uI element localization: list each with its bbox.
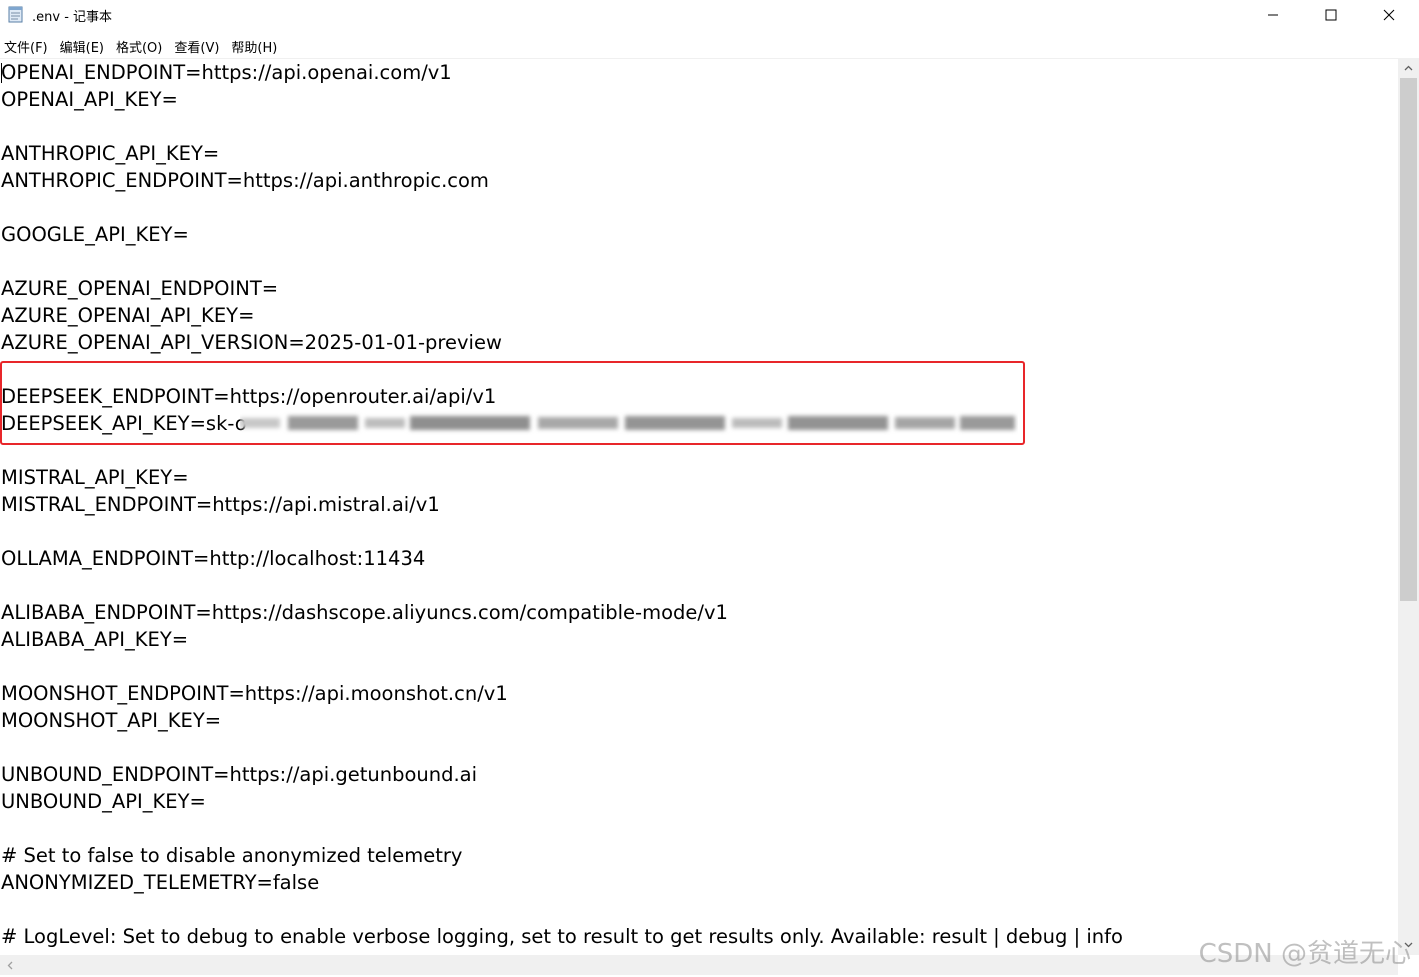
chevron-up-icon — [1404, 65, 1413, 71]
editor-line[interactable]: UNBOUND_API_KEY= — [1, 788, 1123, 815]
scroll-left-arrow[interactable] — [0, 955, 20, 975]
editor-line[interactable]: AZURE_OPENAI_ENDPOINT= — [1, 275, 1123, 302]
editor-line[interactable]: OPENAI_API_KEY= — [1, 86, 1123, 113]
editor-line[interactable]: MOONSHOT_API_KEY= — [1, 707, 1123, 734]
editor-line[interactable] — [1, 734, 1123, 761]
menu-view[interactable]: 查看(V) — [169, 33, 226, 57]
editor-line[interactable]: MISTRAL_API_KEY= — [1, 464, 1123, 491]
editor-line[interactable]: UNBOUND_ENDPOINT=https://api.getunbound.… — [1, 761, 1123, 788]
chevron-left-icon — [7, 961, 13, 969]
vertical-scrollbar[interactable] — [1398, 58, 1419, 955]
editor-lines[interactable]: OPENAI_ENDPOINT=https://api.openai.com/v… — [1, 59, 1123, 950]
editor-line[interactable]: MISTRAL_ENDPOINT=https://api.mistral.ai/… — [1, 491, 1123, 518]
notepad-icon — [8, 5, 24, 23]
editor-line[interactable] — [1, 815, 1123, 842]
menu-format[interactable]: 格式(O) — [111, 33, 169, 57]
editor-line[interactable] — [1, 572, 1123, 599]
vertical-scroll-thumb[interactable] — [1400, 78, 1417, 601]
scroll-up-arrow[interactable] — [1398, 58, 1419, 78]
editor-line[interactable]: ALIBABA_ENDPOINT=https://dashscope.aliyu… — [1, 599, 1123, 626]
watermark: CSDN @贫道无心 — [1198, 939, 1411, 969]
editor-line[interactable] — [1, 113, 1123, 140]
editor-line[interactable]: ALIBABA_API_KEY= — [1, 626, 1123, 653]
editor-line[interactable] — [1, 653, 1123, 680]
title-bar[interactable]: .env - 记事本 — [0, 0, 1419, 30]
editor-line[interactable]: MOONSHOT_ENDPOINT=https://api.moonshot.c… — [1, 680, 1123, 707]
close-icon — [1383, 9, 1395, 21]
horizontal-scrollbar[interactable] — [0, 955, 1398, 975]
editor-line[interactable] — [1, 896, 1123, 923]
notepad-window: .env - 记事本 文件(F) 编辑(E) 格式(O) 查看(V) 帮助(H)… — [0, 0, 1419, 977]
editor-line[interactable]: ANONYMIZED_TELEMETRY=false — [1, 869, 1123, 896]
menu-file[interactable]: 文件(F) — [0, 33, 55, 57]
maximize-button[interactable] — [1302, 0, 1360, 30]
minimize-button[interactable] — [1244, 0, 1302, 30]
maximize-icon — [1325, 9, 1337, 21]
editor-line[interactable]: ANTHROPIC_ENDPOINT=https://api.anthropic… — [1, 167, 1123, 194]
menu-edit[interactable]: 编辑(E) — [55, 33, 111, 57]
window-title: .env - 记事本 — [32, 10, 113, 25]
editor-line[interactable]: OPENAI_ENDPOINT=https://api.openai.com/v… — [1, 59, 1123, 86]
editor-line[interactable]: AZURE_OPENAI_API_VERSION=2025-01-01-prev… — [1, 329, 1123, 356]
editor-line[interactable] — [1, 518, 1123, 545]
editor-line[interactable]: # LogLevel: Set to debug to enable verbo… — [1, 923, 1123, 950]
close-button[interactable] — [1360, 0, 1418, 30]
minimize-icon — [1268, 14, 1278, 16]
editor-line[interactable] — [1, 248, 1123, 275]
editor-line[interactable]: OLLAMA_ENDPOINT=http://localhost:11434 — [1, 545, 1123, 572]
menu-help[interactable]: 帮助(H) — [226, 33, 284, 57]
highlight-annotation — [0, 361, 1025, 445]
editor-line[interactable]: AZURE_OPENAI_API_KEY= — [1, 302, 1123, 329]
editor-line[interactable]: ANTHROPIC_API_KEY= — [1, 140, 1123, 167]
editor-line[interactable]: # Set to false to disable anonymized tel… — [1, 842, 1123, 869]
text-editor[interactable]: OPENAI_ENDPOINT=https://api.openai.com/v… — [0, 58, 1398, 956]
editor-line[interactable] — [1, 194, 1123, 221]
menu-bar: 文件(F) 编辑(E) 格式(O) 查看(V) 帮助(H) — [0, 33, 1419, 57]
editor-line[interactable]: GOOGLE_API_KEY= — [1, 221, 1123, 248]
